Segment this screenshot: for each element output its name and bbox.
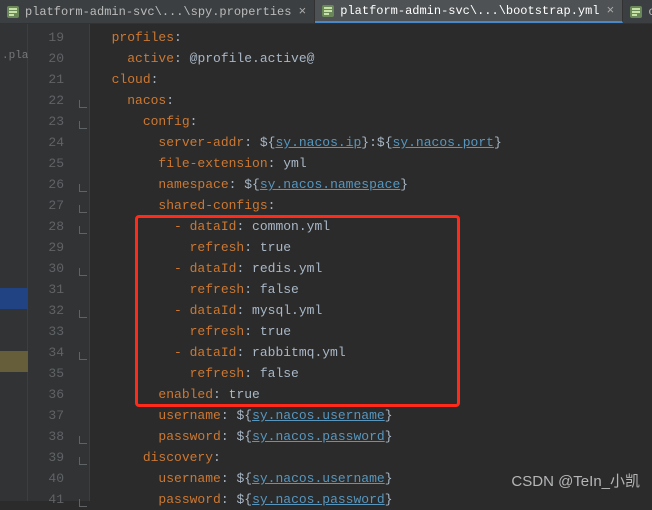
fold-marker[interactable] <box>79 121 87 129</box>
code-line[interactable]: file-extension: yml <box>90 153 652 174</box>
code-line[interactable]: - dataId: common.yml <box>90 216 652 237</box>
code-line[interactable]: refresh: true <box>90 321 652 342</box>
code-line[interactable]: profiles: <box>90 27 652 48</box>
code-line[interactable]: cloud: <box>90 69 652 90</box>
line-number: 28 <box>28 216 64 237</box>
line-highlight <box>0 288 28 309</box>
code-line[interactable]: - dataId: mysql.yml <box>90 300 652 321</box>
line-number: 21 <box>28 69 64 90</box>
line-number: 24 <box>28 132 64 153</box>
fold-marker[interactable] <box>79 226 87 234</box>
code-line[interactable]: username: ${sy.nacos.username} <box>90 405 652 426</box>
fold-column[interactable] <box>76 24 90 501</box>
line-number: 19 <box>28 27 64 48</box>
fold-marker[interactable] <box>79 100 87 108</box>
line-number: 40 <box>28 468 64 489</box>
line-number: 34 <box>28 342 64 363</box>
line-number: 27 <box>28 195 64 216</box>
fold-marker[interactable] <box>79 184 87 192</box>
tab-label: platform-admin-svc\...\spy.properties <box>25 5 291 19</box>
line-number: 32 <box>28 300 64 321</box>
tab-0[interactable]: platform-admin-svc\...\spy.properties × <box>0 0 315 23</box>
line-number: 35 <box>28 363 64 384</box>
left-gutter: .platf <box>0 24 28 501</box>
editor-area: .platf 192021222324252627282930313233343… <box>0 24 652 501</box>
code-line[interactable]: namespace: ${sy.nacos.namespace} <box>90 174 652 195</box>
code-line[interactable]: shared-configs: <box>90 195 652 216</box>
code-line[interactable]: password: ${sy.nacos.password} <box>90 426 652 447</box>
code-line[interactable]: active: @profile.active@ <box>90 48 652 69</box>
code-line[interactable]: refresh: true <box>90 237 652 258</box>
fold-marker[interactable] <box>79 457 87 465</box>
line-number: 36 <box>28 384 64 405</box>
tab-label: platform-admin-svc\...\bootstrap.yml <box>340 4 599 18</box>
file-icon <box>321 4 335 18</box>
line-number: 31 <box>28 279 64 300</box>
line-number: 33 <box>28 321 64 342</box>
line-number: 26 <box>28 174 64 195</box>
line-number: 23 <box>28 111 64 132</box>
code-line[interactable]: - dataId: redis.yml <box>90 258 652 279</box>
code-line[interactable]: server-addr: ${sy.nacos.ip}:${sy.nacos.p… <box>90 132 652 153</box>
code-line[interactable]: password: ${sy.nacos.password} <box>90 489 652 510</box>
line-number: 29 <box>28 237 64 258</box>
fold-marker[interactable] <box>79 268 87 276</box>
line-numbers: 1920212223242526272829303132333435363738… <box>28 24 76 501</box>
line-number: 38 <box>28 426 64 447</box>
line-number: 30 <box>28 258 64 279</box>
code-line[interactable]: discovery: <box>90 447 652 468</box>
line-number: 20 <box>28 48 64 69</box>
file-icon <box>629 5 643 19</box>
line-number: 22 <box>28 90 64 111</box>
line-number: 25 <box>28 153 64 174</box>
vcs-marker <box>0 351 28 372</box>
close-icon[interactable]: × <box>605 3 617 18</box>
fold-marker[interactable] <box>79 499 87 507</box>
code-line[interactable]: refresh: false <box>90 279 652 300</box>
code-line[interactable]: - dataId: rabbitmq.yml <box>90 342 652 363</box>
line-number: 37 <box>28 405 64 426</box>
code-line[interactable]: enabled: true <box>90 384 652 405</box>
fold-marker[interactable] <box>79 310 87 318</box>
fold-marker[interactable] <box>79 352 87 360</box>
tab-1[interactable]: platform-admin-svc\...\bootstrap.yml × <box>315 0 623 23</box>
code-line[interactable]: refresh: false <box>90 363 652 384</box>
tab-2[interactable]: config-qas <box>623 0 652 23</box>
fold-marker[interactable] <box>79 436 87 444</box>
tab-label: config-qas <box>648 5 652 19</box>
code-line[interactable]: nacos: <box>90 90 652 111</box>
fold-marker[interactable] <box>79 205 87 213</box>
close-icon[interactable]: × <box>296 4 308 19</box>
file-icon <box>6 5 20 19</box>
editor-tabs: platform-admin-svc\...\spy.properties×pl… <box>0 0 652 24</box>
code-line[interactable]: config: <box>90 111 652 132</box>
line-number: 41 <box>28 489 64 510</box>
code-line[interactable]: username: ${sy.nacos.username} <box>90 468 652 489</box>
code-content[interactable]: profiles: active: @profile.active@ cloud… <box>90 24 652 501</box>
line-number: 39 <box>28 447 64 468</box>
